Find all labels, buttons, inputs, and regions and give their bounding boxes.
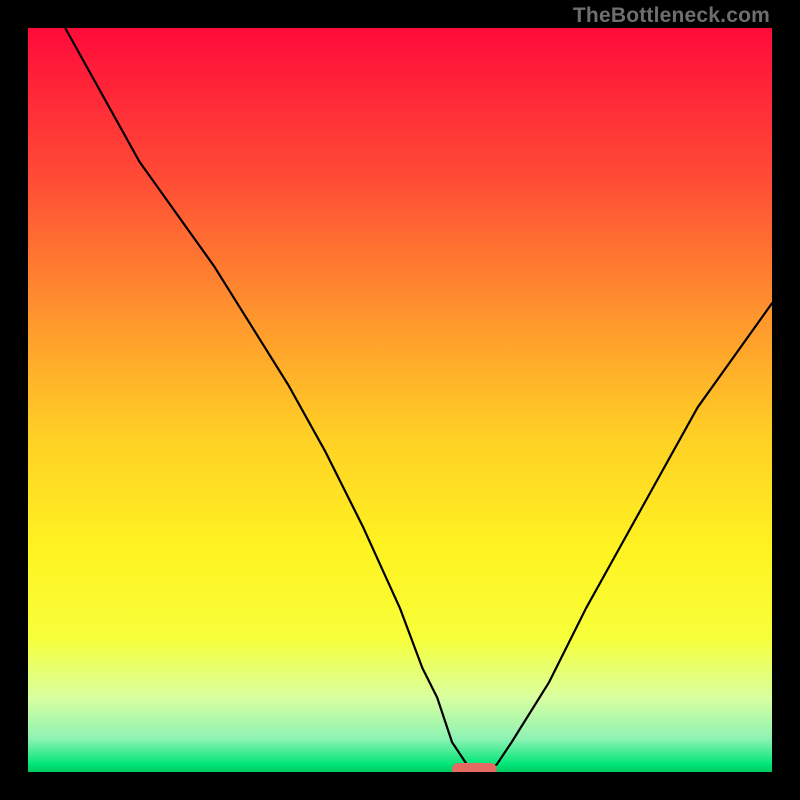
bottleneck-chart [28, 28, 772, 772]
gradient-background [28, 28, 772, 772]
optimal-marker [452, 763, 497, 772]
chart-frame [28, 28, 772, 772]
watermark-text: TheBottleneck.com [573, 4, 770, 28]
